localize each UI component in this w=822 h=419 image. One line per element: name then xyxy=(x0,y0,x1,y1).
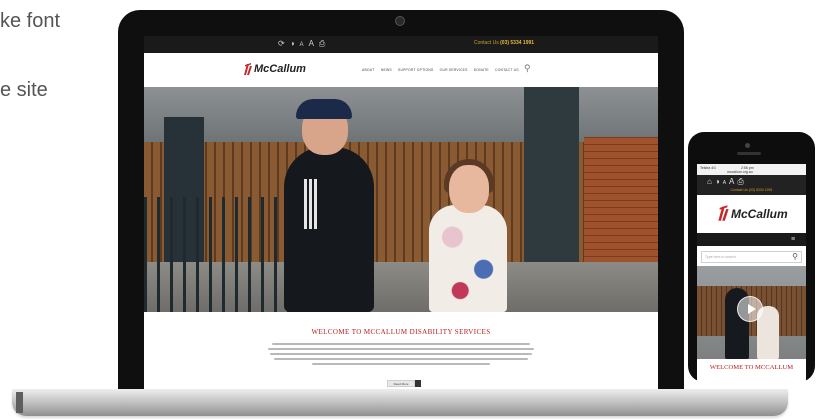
hero-person-1-cap xyxy=(296,99,352,119)
mccallum-logo-icon[interactable] xyxy=(243,62,253,76)
welcome-heading: WELCOME TO MCCALLUM DISABILITY SERVICES xyxy=(311,328,491,336)
hero-person-1-stripes xyxy=(304,179,307,229)
home-icon[interactable]: ⌂ xyxy=(707,177,715,186)
laptop-frame: ⟳ ◑ A A ⎙ Contact Us (03) 5334 1991 McCallum… xyxy=(118,10,684,392)
hero-person-1 xyxy=(284,147,374,312)
contrast-icon[interactable]: ◑ xyxy=(290,39,296,48)
phone-search-placeholder: Type here to search xyxy=(705,255,736,259)
search-icon[interactable]: ⚲ xyxy=(524,63,531,74)
nav-news[interactable]: News xyxy=(381,68,392,72)
contact-phone[interactable]: (03) 5334 1991 xyxy=(500,40,534,46)
site-logo[interactable]: McCallum xyxy=(254,63,306,75)
phone-welcome-heading: WELCOME TO MCCALLUM xyxy=(709,364,794,371)
hamburger-menu-icon[interactable]: ≡ xyxy=(791,236,800,243)
nav-links: About News Support Options Our Services … xyxy=(362,68,524,72)
accessibility-icons: ⟳ ◑ A A ⎙ xyxy=(278,39,330,49)
intro-text-line xyxy=(272,343,530,345)
phone-status-bar: Telstra 4G 2:56 pm mccallum.org.au xyxy=(697,164,806,175)
phone-hero-video xyxy=(697,266,806,359)
laptop-base xyxy=(12,389,788,416)
read-more-label: Read More xyxy=(393,382,409,386)
mccallum-logo-icon[interactable] xyxy=(717,204,730,222)
read-more-button[interactable]: Read More xyxy=(387,380,421,387)
hero-building xyxy=(144,87,658,147)
laptop-screen: ⟳ ◑ A A ⎙ Contact Us (03) 5334 1991 McCallum… xyxy=(144,36,658,392)
main-navbar: McCallum About News Support Options Our … xyxy=(144,53,658,88)
welcome-section: WELCOME TO MCCALLUM DISABILITY SERVICES … xyxy=(144,312,658,392)
text-small-icon[interactable]: A xyxy=(300,42,305,48)
laptop-base-edge xyxy=(16,392,23,413)
phone-accessibility-icons: ⌂◑AA⎙ xyxy=(707,177,747,187)
text-large-icon[interactable]: A xyxy=(309,39,315,48)
accessibility-topbar: ⟳ ◑ A A ⎙ Contact Us (03) 5334 1991 xyxy=(144,36,658,53)
phone-site-logo[interactable]: McCallum xyxy=(731,207,788,221)
search-icon[interactable]: ⚲ xyxy=(792,252,798,261)
phone-url[interactable]: mccallum.org.au xyxy=(727,170,753,174)
arrow-right-icon xyxy=(415,380,421,387)
phone-accessibility-bar: ⌂◑AA⎙ Contact Us (03) 5334 1991 xyxy=(697,175,806,195)
phone-menu-bar: ≡ xyxy=(697,233,806,246)
phone-screen: Telstra 4G 2:56 pm mccallum.org.au ⌂◑AA⎙… xyxy=(697,164,806,382)
contact-label: Contact Us xyxy=(474,40,499,46)
nav-about[interactable]: About xyxy=(362,68,375,72)
nav-contact-us[interactable]: Contact Us xyxy=(495,68,519,72)
intro-text-line xyxy=(270,353,532,355)
intro-text-line xyxy=(274,358,528,360)
phone-contact-number[interactable]: (03) 5334 1991 xyxy=(749,188,773,192)
background-text-line-1: ke font xyxy=(0,10,61,32)
laptop-camera xyxy=(395,16,405,26)
hero-person-2 xyxy=(429,205,507,312)
hero-person-2-head xyxy=(449,165,489,213)
intro-text-line xyxy=(312,363,490,365)
nav-support-options[interactable]: Support Options xyxy=(398,68,433,72)
topbar-contact: Contact Us (03) 5334 1991 xyxy=(474,40,534,46)
background-text-line-2: e site xyxy=(0,79,48,101)
print-icon[interactable]: ⎙ xyxy=(737,177,746,186)
phone-contact: Contact Us (03) 5334 1991 xyxy=(697,188,806,192)
phone-logo-area: McCallum xyxy=(697,195,806,233)
hero-image xyxy=(144,87,658,312)
nav-our-services[interactable]: Our Services xyxy=(440,68,468,72)
refresh-icon[interactable]: ⟳ xyxy=(278,39,286,48)
phone-frame: Telstra 4G 2:56 pm mccallum.org.au ⌂◑AA⎙… xyxy=(688,132,815,382)
phone-speaker xyxy=(737,152,761,155)
print-icon[interactable]: ⎙ xyxy=(319,39,326,49)
phone-search-input[interactable]: Type here to search ⚲ xyxy=(701,251,802,263)
contrast-icon[interactable]: ◑ xyxy=(715,177,723,186)
nav-donate[interactable]: Donate xyxy=(474,68,489,72)
phone-carrier: Telstra 4G xyxy=(700,166,716,170)
play-video-icon[interactable] xyxy=(737,296,763,322)
phone-contact-label: Contact Us xyxy=(730,188,748,192)
phone-camera xyxy=(745,143,750,148)
intro-text-line xyxy=(268,348,534,350)
